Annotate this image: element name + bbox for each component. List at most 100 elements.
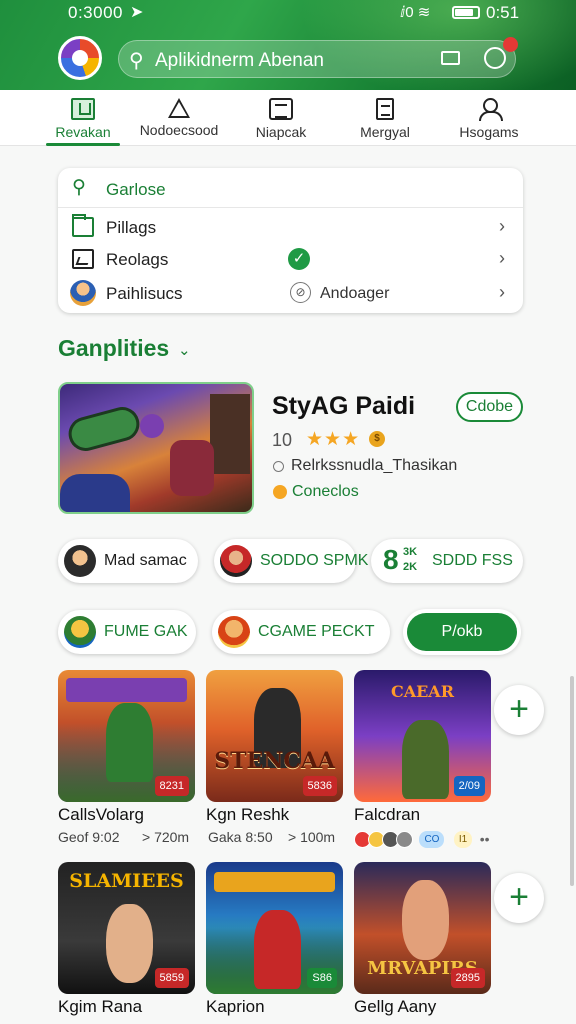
tag: I1: [453, 831, 473, 849]
chip-label: Mad samac: [104, 552, 187, 569]
tile-banner: [66, 678, 187, 702]
quick-menu-item[interactable]: Reolags ✓ ›: [58, 242, 523, 276]
star-rating-icon: ★★★: [306, 429, 361, 450]
status-bar: 0:3000 ➤ ⅈ0 ≋ 0:51: [0, 0, 576, 26]
more-icon[interactable]: ••: [480, 831, 490, 847]
check-icon: ✓: [288, 248, 310, 270]
status-time: 0:3000: [68, 3, 123, 22]
navigation-arrow-icon: ➤: [130, 4, 144, 21]
category-chip[interactable]: 8 3K 2K SDDD FSS: [371, 539, 523, 583]
battery-icon: [452, 6, 480, 19]
folder-icon: [72, 214, 94, 237]
notification-badge: [503, 37, 518, 52]
tab-label: Mergyal: [360, 124, 410, 140]
featured-rating: 10: [272, 430, 293, 450]
add-button[interactable]: +: [494, 873, 544, 923]
featured-developer: Relrkssnudla_Thasikan: [291, 457, 458, 474]
category-chip[interactable]: FUME GAK: [58, 610, 196, 654]
quick-menu-item[interactable]: Paihlisucs ⊘ Andoager ›: [58, 276, 523, 310]
radio-icon: [273, 461, 284, 472]
add-button[interactable]: +: [494, 685, 544, 735]
game-name[interactable]: Falcdran: [354, 805, 420, 825]
featured-game-title[interactable]: StyAG Paidi: [272, 392, 415, 421]
chip-counts: 3K 2K: [403, 546, 418, 573]
chip-label: FUME GAK: [104, 623, 188, 640]
document-icon: [376, 98, 394, 120]
tile-badge: S86: [307, 968, 337, 988]
scrollbar[interactable]: [570, 676, 574, 886]
tab-label: Niapcak: [255, 124, 307, 140]
app-logo[interactable]: [58, 36, 102, 80]
chevron-right-icon: ›: [499, 282, 505, 302]
game-name[interactable]: Kaprion: [206, 997, 265, 1017]
avatar: [220, 545, 252, 577]
game-name[interactable]: Gellg Aany: [354, 997, 436, 1017]
game-meta: Geof 9:02: [58, 829, 120, 845]
play-button[interactable]: P/okb: [407, 613, 517, 651]
coin-icon: $: [369, 431, 385, 447]
game-tile[interactable]: STENCAA 5836: [206, 670, 343, 802]
quick-menu-label: Pillags: [106, 218, 157, 237]
game-tile[interactable]: MRVAPIRS 2895: [354, 862, 491, 994]
game-name[interactable]: Kgn Reshk: [206, 805, 289, 825]
tile-badge: 5859: [154, 968, 189, 988]
store-icon: [71, 98, 95, 120]
quick-search-row[interactable]: ⚲ Garlose: [58, 172, 523, 208]
category-chip[interactable]: Mad samac: [58, 539, 198, 583]
tab-revakan[interactable]: Revakan: [28, 90, 138, 146]
tab-mergyal[interactable]: Mergyal: [330, 90, 440, 146]
tile-banner: CAEAR: [390, 682, 455, 701]
compass-icon: ⊘: [290, 282, 311, 303]
category-chip[interactable]: CGAME PECKT: [212, 610, 390, 654]
game-name[interactable]: CallsVolarg: [58, 805, 144, 825]
quick-menu-item[interactable]: Pillags ›: [58, 210, 523, 244]
refresh-icon[interactable]: [484, 47, 506, 69]
featured-status[interactable]: Coneclos: [292, 483, 359, 501]
chip-label: SDDD FSS: [432, 552, 513, 569]
tab-hsogams[interactable]: Hsogams: [434, 90, 544, 146]
avatar: [64, 616, 96, 648]
game-meta: > 100m: [288, 829, 336, 845]
player-avatars: CO I1 ••: [354, 831, 490, 849]
quick-menu-sublabel: Andoager: [320, 285, 390, 302]
game-meta: > 720m: [142, 829, 190, 845]
game-tile[interactable]: SLAMIEES 5859: [58, 862, 195, 994]
tab-niapcak[interactable]: Niapcak: [226, 90, 336, 146]
tab-label: Hsogams: [459, 124, 519, 140]
chevron-down-icon[interactable]: ⌄: [178, 341, 191, 359]
category-chip[interactable]: SODDO SPMK: [214, 539, 368, 583]
search-icon: ⚲: [129, 50, 144, 72]
game-meta: Gaka 8:50: [208, 829, 273, 845]
tile-banner: STENCAA: [214, 748, 336, 774]
tab-nodoecsood[interactable]: Nodoecsood: [124, 90, 234, 146]
tile-banner: [214, 872, 335, 892]
chevron-right-icon: ›: [499, 216, 505, 236]
image-icon: [72, 249, 94, 269]
warning-icon: [168, 98, 190, 118]
window-icon[interactable]: [441, 51, 460, 65]
game-tile[interactable]: S86: [206, 862, 343, 994]
featured-game-image[interactable]: [58, 382, 254, 514]
search-icon: ⚲: [72, 177, 86, 198]
chevron-right-icon: ›: [499, 248, 505, 268]
signal-icons: ⅈ0 ≋: [400, 4, 431, 21]
search-input[interactable]: Aplikidnerm Abenan: [155, 50, 324, 72]
calculator-icon: [269, 98, 293, 120]
tab-label: Nodoecsood: [139, 122, 219, 138]
game-name[interactable]: Kgim Rana: [58, 997, 142, 1017]
avatar: [64, 545, 96, 577]
avatar: [70, 280, 96, 306]
tag: CO: [419, 831, 445, 849]
status-clock: 0:51: [486, 3, 520, 22]
featured-action-button[interactable]: Cdobe: [456, 392, 523, 422]
quick-menu-label: Paihlisucs: [106, 284, 183, 303]
app-header: 0:3000 ➤ ⅈ0 ≋ 0:51 ⚲ Aplikidnerm Abenan: [0, 0, 576, 90]
chip-big-number: 8: [383, 544, 399, 575]
tile-badge: 2895: [450, 968, 485, 988]
quick-menu-card: ⚲ Garlose Pillags › Reolags ✓ › Paihlisu…: [58, 168, 523, 313]
tab-bar: Revakan Nodoecsood Niapcak Mergyal Hsoga…: [0, 90, 576, 146]
game-tile[interactable]: CAEAR 2/09: [354, 670, 491, 802]
game-tile[interactable]: 8231: [58, 670, 195, 802]
quick-search-label: Garlose: [106, 180, 166, 199]
section-title[interactable]: Ganplities: [58, 335, 169, 362]
